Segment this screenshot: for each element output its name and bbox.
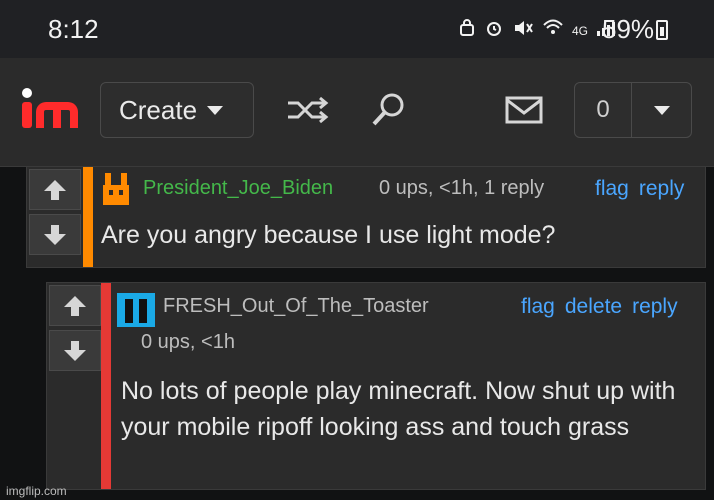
downvote-button[interactable]: [29, 214, 81, 255]
shuffle-button[interactable]: [284, 88, 332, 136]
battery-icon: [656, 20, 668, 40]
top-nav: Create 0: [0, 58, 714, 167]
shuffle-icon: [286, 95, 330, 130]
vote-column: [47, 283, 103, 373]
wifi-icon: [542, 18, 564, 43]
reply-link[interactable]: reply: [632, 295, 678, 319]
imgflip-watermark: imgflip.com: [6, 484, 67, 498]
avatar[interactable]: [117, 293, 155, 332]
search-icon: [368, 90, 408, 135]
username[interactable]: President_Joe_Biden: [143, 177, 333, 200]
notification-count: 0: [575, 83, 632, 137]
mute-icon: [512, 18, 534, 43]
comment-card: President_Joe_Biden 0 ups, <1h, 1 reply …: [26, 166, 706, 268]
search-button[interactable]: [364, 88, 412, 136]
comment-card: FRESH_Out_Of_The_Toaster flag delete rep…: [46, 282, 706, 490]
notifications-dropdown[interactable]: 0: [574, 82, 692, 138]
battery-percent: 59%: [602, 14, 655, 44]
create-label: Create: [119, 94, 198, 125]
delete-link[interactable]: delete: [565, 295, 622, 319]
bag-lock-icon: [458, 19, 476, 42]
comment-actions: flag delete reply: [521, 295, 678, 319]
comment-text: Are you angry because I use light mode?: [101, 221, 556, 249]
reply-link[interactable]: reply: [639, 177, 685, 201]
logo-i-mark: [22, 88, 32, 128]
downvote-button[interactable]: [49, 330, 101, 371]
network-type-label: 4G: [571, 23, 588, 38]
notifications-toggle[interactable]: [632, 83, 691, 137]
flag-link[interactable]: flag: [521, 295, 555, 319]
vote-column: [27, 167, 83, 257]
messages-button[interactable]: [500, 88, 548, 136]
comment-stripe: [83, 167, 93, 267]
alarm-icon: [484, 18, 504, 43]
status-bar: 8:12 4G 59%: [0, 0, 714, 58]
avatar[interactable]: [99, 173, 133, 212]
comment-stripe: [101, 283, 111, 489]
status-time: 8:12: [48, 14, 99, 44]
comment-text: No lots of people play minecraft. Now sh…: [121, 377, 676, 441]
username[interactable]: FRESH_Out_Of_The_Toaster: [163, 295, 429, 318]
comment-meta: 0 ups, <1h, 1 reply: [379, 177, 545, 199]
flag-link[interactable]: flag: [595, 177, 629, 201]
upvote-button[interactable]: [49, 285, 101, 326]
comment-meta: 0 ups, <1h: [141, 331, 235, 353]
create-button[interactable]: Create: [100, 82, 254, 138]
status-icons: 4G: [458, 18, 618, 43]
chevron-down-icon: [653, 105, 670, 115]
comment-actions: flag reply: [595, 177, 684, 201]
logo-m-mark: [36, 102, 78, 128]
upvote-button[interactable]: [29, 169, 81, 210]
envelope-icon: [504, 95, 544, 130]
chevron-down-icon: [207, 105, 224, 115]
